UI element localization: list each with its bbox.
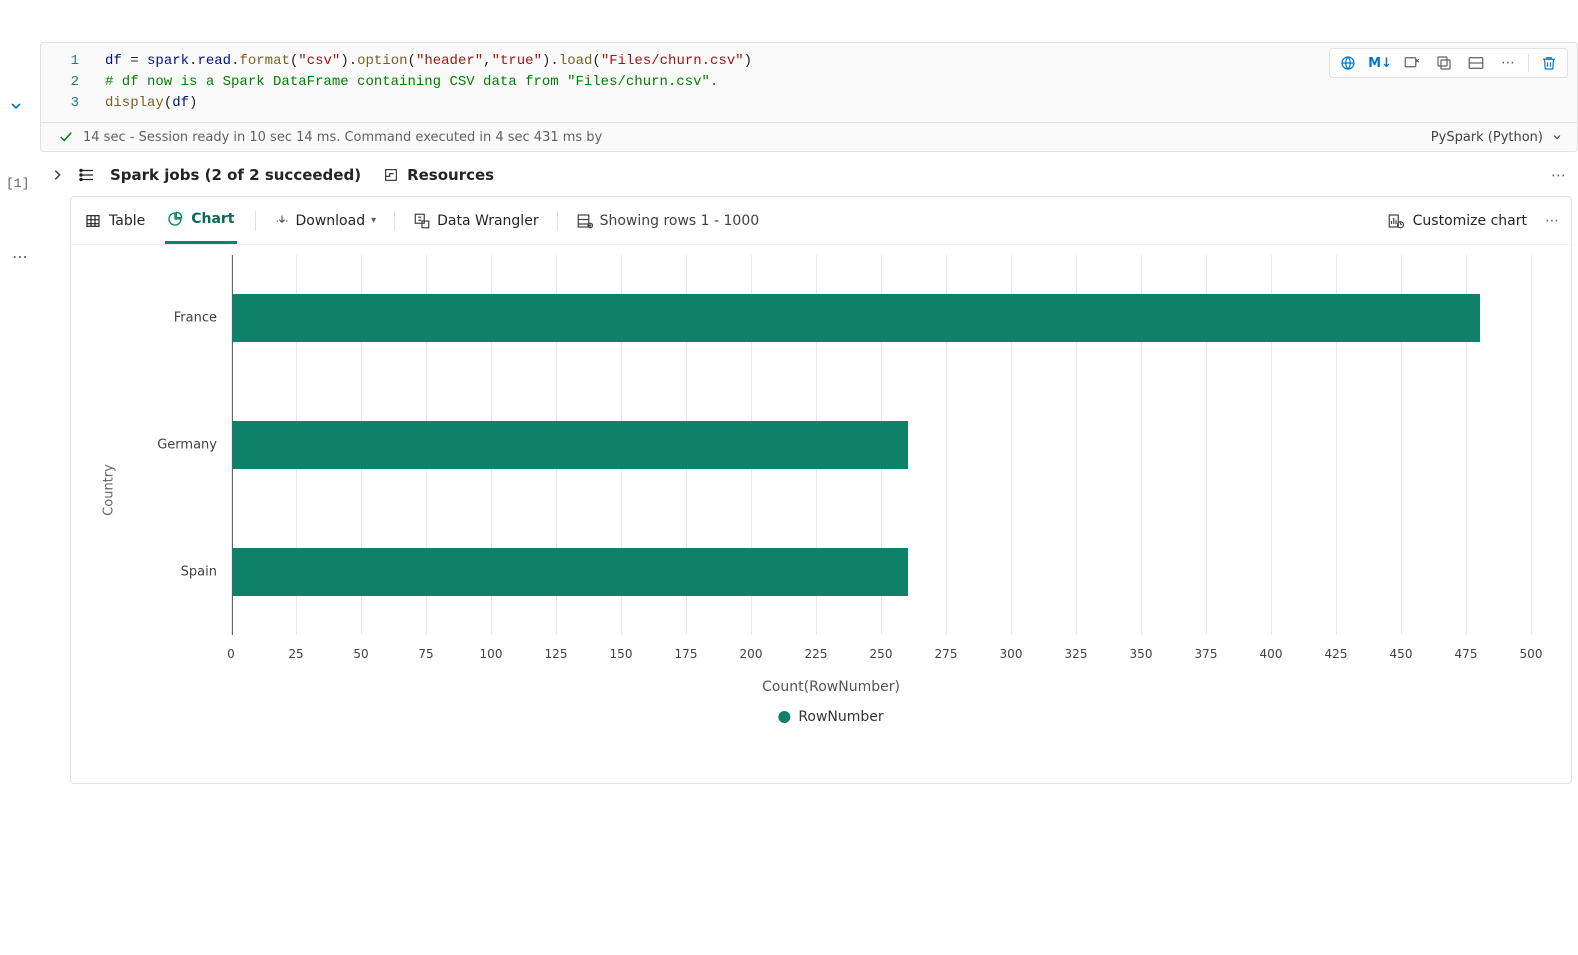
run-interactive-icon[interactable]: [1334, 50, 1362, 76]
tab-chart[interactable]: Chart: [165, 197, 236, 244]
x-axis-ticks: 0255075100125150175200225250275300325350…: [231, 647, 1531, 667]
toolbar-separator: [394, 211, 395, 231]
copy-cell-icon[interactable]: [1430, 50, 1458, 76]
collapse-cell-chevron[interactable]: [8, 98, 24, 114]
resources-button[interactable]: Resources: [383, 166, 494, 184]
data-wrangler-icon: [413, 212, 431, 230]
x-tick-label: 125: [545, 647, 568, 661]
legend-label: RowNumber: [798, 709, 883, 725]
execution-duration: 14 sec - Session ready in 10 sec 14 ms. …: [83, 130, 602, 145]
x-tick-label: 325: [1065, 647, 1088, 661]
data-wrangler-label: Data Wrangler: [437, 213, 538, 229]
x-tick-label: 100: [480, 647, 503, 661]
chevron-down-icon: ▾: [371, 215, 376, 226]
x-tick-label: 400: [1260, 647, 1283, 661]
x-tick-label: 450: [1390, 647, 1413, 661]
line-number: 1: [41, 51, 79, 72]
chart-icon: [167, 211, 183, 227]
x-tick-label: 225: [805, 647, 828, 661]
y-tick-label: Spain: [181, 564, 231, 579]
x-tick-label: 475: [1455, 647, 1478, 661]
tab-chart-label: Chart: [191, 211, 234, 227]
x-axis-label: Count(RowNumber): [762, 679, 900, 695]
download-label: Download: [296, 213, 366, 229]
customize-label: Customize chart: [1413, 213, 1527, 229]
spark-jobs-icon: [78, 166, 96, 184]
toolbar-separator: [1528, 54, 1529, 72]
grid-line: [1531, 255, 1532, 635]
x-tick-label: 150: [610, 647, 633, 661]
chart-canvas: Country FranceGermanySpain 0255075100125…: [131, 255, 1531, 725]
x-tick-label: 75: [418, 647, 433, 661]
y-axis-label: Country: [101, 464, 116, 516]
more-actions-icon[interactable]: ⋯: [1494, 50, 1522, 76]
chevron-down-icon: [1551, 131, 1563, 143]
x-tick-label: 25: [288, 647, 303, 661]
output-toolbar: Table Chart Download ▾ Data Wrangler Sho…: [71, 197, 1571, 245]
kernel-selector[interactable]: PySpark (Python): [1431, 130, 1563, 145]
x-tick-label: 250: [870, 647, 893, 661]
execution-summary-row: Spark jobs (2 of 2 succeeded) Resources …: [40, 152, 1578, 192]
line-number: 3: [41, 93, 79, 114]
chart-legend: RowNumber: [778, 709, 883, 725]
toggle-output-icon[interactable]: [1462, 50, 1490, 76]
data-wrangler-button[interactable]: Data Wrangler: [413, 212, 538, 230]
kernel-label: PySpark (Python): [1431, 130, 1543, 145]
download-button[interactable]: Download ▾: [274, 213, 377, 229]
gutter-more-icon[interactable]: ⋯: [12, 247, 29, 266]
rows-label: Showing rows 1 - 1000: [600, 213, 760, 229]
x-tick-label: 275: [935, 647, 958, 661]
notebook-cell: [1] ⋯ M↓ ⋯ 1 2 3 df = spark.read.format(…: [0, 42, 1578, 784]
line-number-gutter: 1 2 3: [41, 43, 91, 122]
y-tick-label: France: [174, 311, 231, 326]
tab-table[interactable]: Table: [83, 197, 147, 244]
line-number: 2: [41, 72, 79, 93]
toolbar-separator: [255, 211, 256, 231]
x-tick-label: 375: [1195, 647, 1218, 661]
table-icon: [85, 213, 101, 229]
bar-france[interactable]: [232, 294, 1480, 342]
clear-output-icon[interactable]: [1398, 50, 1426, 76]
x-tick-label: 50: [353, 647, 368, 661]
x-tick-label: 200: [740, 647, 763, 661]
x-tick-label: 350: [1130, 647, 1153, 661]
customize-chart-button[interactable]: Customize chart: [1387, 212, 1527, 230]
customize-chart-icon: [1387, 212, 1405, 230]
bar-germany[interactable]: [232, 421, 908, 469]
cell-status-bar: 14 sec - Session ready in 10 sec 14 ms. …: [40, 122, 1578, 152]
output-panel: Table Chart Download ▾ Data Wrangler Sho…: [70, 196, 1572, 784]
x-tick-label: 425: [1325, 647, 1348, 661]
resources-label: Resources: [407, 166, 494, 184]
download-icon: [274, 213, 290, 229]
delete-cell-icon[interactable]: [1535, 50, 1563, 76]
x-tick-label: 500: [1520, 647, 1543, 661]
spark-jobs-label[interactable]: Spark jobs (2 of 2 succeeded): [110, 166, 361, 184]
x-tick-label: 300: [1000, 647, 1023, 661]
resources-icon: [383, 167, 399, 183]
legend-swatch: [778, 711, 790, 723]
convert-to-markdown-button[interactable]: M↓: [1366, 56, 1394, 71]
toolbar-separator: [557, 211, 558, 231]
output-more-icon[interactable]: ⋯: [1545, 213, 1559, 229]
x-tick-label: 0: [227, 647, 235, 661]
rows-icon: [576, 212, 594, 230]
x-tick-label: 175: [675, 647, 698, 661]
tab-table-label: Table: [109, 213, 145, 229]
expand-jobs-chevron[interactable]: [50, 168, 64, 182]
code-content[interactable]: df = spark.read.format("csv").option("he…: [91, 43, 760, 122]
cell-execution-count: [1]: [6, 176, 29, 191]
rows-info: Showing rows 1 - 1000: [576, 212, 760, 230]
y-tick-label: Germany: [157, 438, 231, 453]
cell-action-toolbar: M↓ ⋯: [1329, 48, 1568, 78]
bar-spain[interactable]: [232, 548, 908, 596]
success-check-icon: [59, 130, 73, 144]
row-more-icon[interactable]: ⋯: [1551, 166, 1570, 184]
